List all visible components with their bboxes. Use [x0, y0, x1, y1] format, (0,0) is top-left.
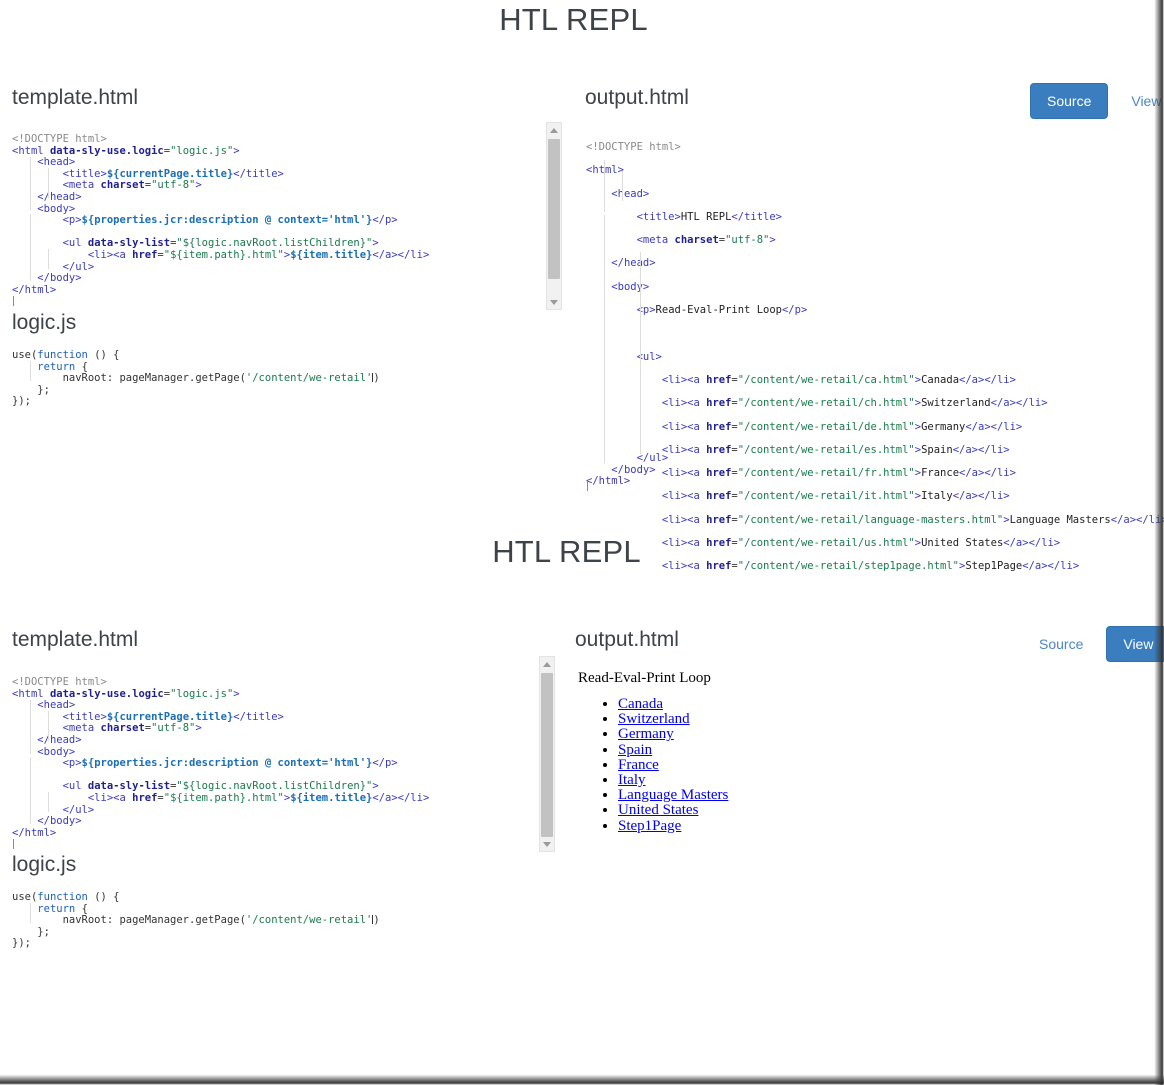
list-item: Language Masters	[618, 788, 1078, 803]
indent-guide	[30, 903, 31, 923]
view-toggle-button-secondary[interactable]: View	[1106, 626, 1164, 662]
indent-guide	[30, 157, 31, 211]
indent-guide	[604, 160, 605, 212]
indent-guide	[30, 361, 31, 381]
indent-guide	[640, 252, 641, 454]
output-source-caret	[587, 481, 588, 491]
htl-repl-screenshot: HTL REPL template.html output.html Sourc…	[0, 0, 1164, 1085]
list-item: Germany	[618, 727, 1078, 742]
rendered-paragraph: Read-Eval-Print Loop	[578, 670, 1078, 687]
output-source-code-tail: </ul> </body> </html>	[586, 453, 668, 488]
output-link[interactable]: Italy	[618, 772, 646, 788]
list-item: United States	[618, 803, 1078, 818]
view-mode-toggle-top: Source View	[1030, 83, 1164, 119]
output-link[interactable]: Step1Page	[618, 818, 681, 834]
rendered-output: Read-Eval-Print Loop Canada Switzerland …	[578, 670, 1078, 834]
indent-guide	[48, 168, 49, 198]
template-file-label: template.html	[12, 86, 138, 110]
list-item: France	[618, 758, 1078, 773]
output-link[interactable]: Spain	[618, 742, 652, 758]
scroll-up-arrow-icon[interactable]	[540, 657, 554, 671]
indent-guide	[30, 700, 31, 754]
scroll-down-arrow-icon[interactable]	[547, 295, 561, 309]
scrollbar-thumb[interactable]	[548, 139, 560, 279]
template-editor-caret-secondary	[13, 839, 14, 849]
logic-file-label: logic.js	[12, 311, 76, 335]
indent-guide	[48, 792, 49, 812]
logic-code-editor-secondary[interactable]: use(function () { return { navRoot: page…	[12, 892, 380, 950]
logic-file-label-secondary: logic.js	[12, 853, 76, 877]
list-item: Step1Page	[618, 819, 1078, 834]
page-title: HTL REPL	[0, 2, 1147, 38]
scroll-down-arrow-icon[interactable]	[540, 837, 554, 851]
output-file-label: output.html	[585, 86, 689, 110]
list-item: Spain	[618, 743, 1078, 758]
view-toggle-button[interactable]: View	[1114, 83, 1164, 119]
list-item: Italy	[618, 773, 1078, 788]
indent-guide	[30, 757, 31, 824]
source-toggle-button-secondary[interactable]: Source	[1022, 626, 1100, 662]
template-editor-caret	[13, 296, 14, 306]
indent-guide	[48, 249, 49, 269]
template-file-label-secondary: template.html	[12, 628, 138, 652]
indent-guide	[30, 214, 31, 281]
output-link[interactable]: France	[618, 757, 659, 773]
repl-panel-source-mode: HTL REPL template.html output.html Sourc…	[0, 0, 1150, 510]
source-toggle-button[interactable]: Source	[1030, 83, 1108, 119]
logic-code-editor[interactable]: use(function () { return { navRoot: page…	[12, 350, 380, 408]
indent-guide	[48, 711, 49, 741]
repl-panel-view-mode: HTL REPL template.html output.html Sourc…	[0, 510, 1150, 1070]
list-item: Switzerland	[618, 712, 1078, 727]
indent-guide	[622, 171, 623, 201]
scroll-up-arrow-icon[interactable]	[547, 123, 561, 137]
output-link[interactable]: Canada	[618, 696, 663, 712]
template-code-editor[interactable]: <!DOCTYPE html> <html data-sly-use.logic…	[12, 134, 429, 296]
output-link[interactable]: Language Masters	[618, 787, 728, 803]
page-bottom-edge	[0, 1071, 1164, 1085]
list-item: Canada	[618, 697, 1078, 712]
scrollbar-thumb[interactable]	[541, 673, 553, 837]
output-file-label-secondary: output.html	[575, 628, 679, 652]
indent-guide	[604, 215, 605, 463]
page-title-secondary: HTL REPL	[0, 534, 1133, 570]
output-link[interactable]: Germany	[618, 726, 674, 742]
output-link[interactable]: United States	[618, 802, 698, 818]
rendered-link-list: Canada Switzerland Germany Spain France …	[578, 697, 1078, 834]
output-pane-scrollbar-secondary[interactable]	[539, 656, 555, 852]
output-pane-scrollbar[interactable]	[546, 122, 562, 310]
template-code-editor-secondary[interactable]: <!DOCTYPE html> <html data-sly-use.logic…	[12, 677, 429, 839]
output-link[interactable]: Switzerland	[618, 711, 690, 727]
view-mode-toggle-bottom: Source View	[1022, 626, 1164, 662]
